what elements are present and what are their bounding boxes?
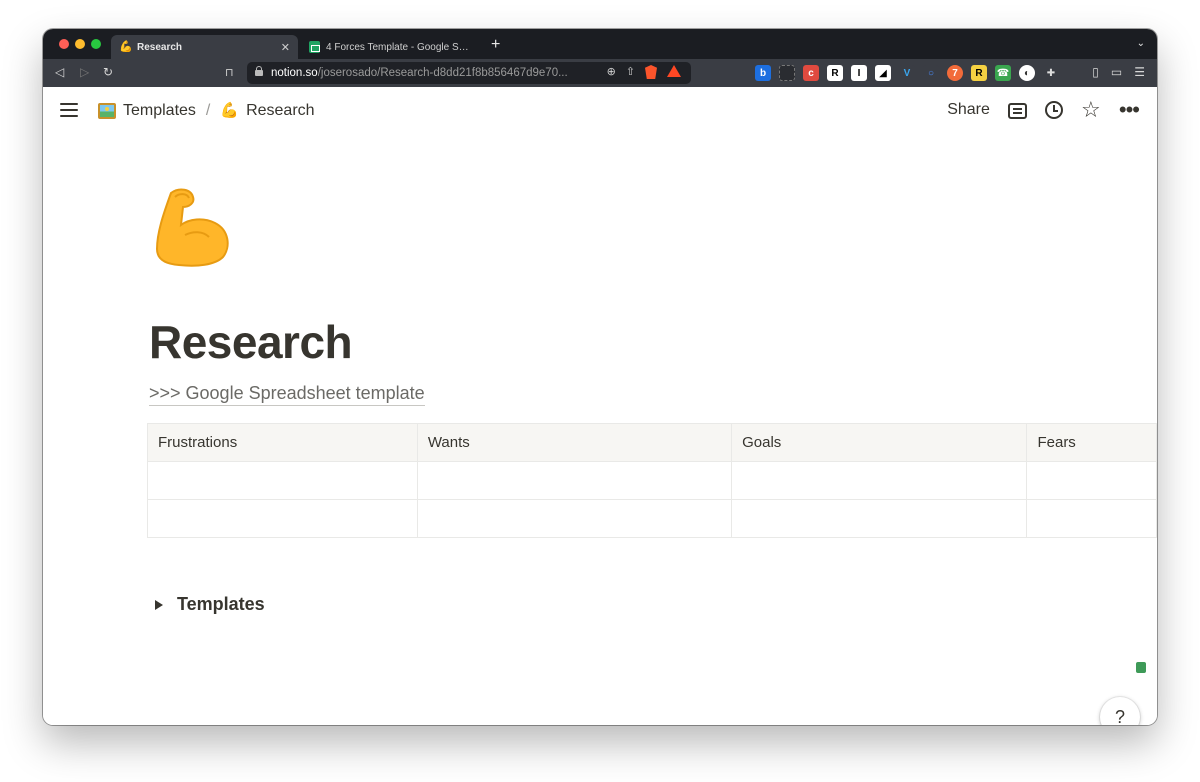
extension-circle-icon[interactable]: ○ — [923, 65, 939, 81]
extension-b-icon[interactable]: b — [755, 65, 771, 81]
table-cell[interactable] — [416, 461, 733, 500]
extension-v-icon[interactable]: V — [899, 65, 915, 81]
framed-picture-icon — [98, 103, 116, 119]
table-cell[interactable] — [1026, 499, 1157, 538]
breadcrumb-label: Templates — [123, 102, 196, 119]
browser-window: 💪 Research ✕ 4 Forces Template - Google … — [43, 29, 1157, 725]
column-header-goals[interactable]: Goals — [731, 423, 1028, 462]
sidebar-icon[interactable]: ▯ — [1092, 65, 1099, 79]
brave-shields-icon[interactable] — [645, 65, 657, 79]
url-path: /joserosado/Research-d8dd21f8b856467d9e7… — [317, 67, 568, 79]
window-minimize-button[interactable] — [75, 39, 85, 49]
lock-icon — [255, 66, 263, 76]
wallet-icon[interactable]: ▭ — [1111, 65, 1122, 79]
google-sheets-icon — [309, 41, 320, 53]
flexed-biceps-icon: 💪 — [220, 102, 240, 119]
new-tab-button[interactable]: + — [491, 36, 500, 54]
table-row — [147, 461, 1157, 500]
menu-icon[interactable]: ☰ — [1134, 65, 1145, 79]
breadcrumb-separator: / — [205, 102, 211, 119]
back-icon[interactable]: ◁ — [55, 65, 64, 79]
chevron-down-icon[interactable]: ⌄ — [1137, 38, 1145, 49]
url-host: notion.so — [271, 67, 318, 79]
breadcrumb-label: Research — [246, 102, 315, 119]
breadcrumb: Templates / 💪 Research — [98, 102, 315, 120]
more-options-icon[interactable]: ••• — [1119, 99, 1140, 121]
help-button[interactable]: ? — [1100, 697, 1140, 725]
zoom-icon[interactable]: ⊕ — [607, 65, 616, 79]
research-table: Frustrations Wants Goals Fears — [147, 423, 1157, 538]
window-close-button[interactable] — [59, 39, 69, 49]
flexed-biceps-icon[interactable] — [149, 185, 235, 271]
clock-icon[interactable] — [1044, 101, 1063, 119]
table-row — [147, 499, 1157, 538]
column-header-fears[interactable]: Fears — [1026, 423, 1157, 462]
brave-rewards-icon[interactable] — [667, 65, 681, 77]
star-icon[interactable]: ☆ — [1081, 99, 1101, 121]
share-page-icon[interactable]: ⇧ — [626, 65, 635, 79]
window-maximize-button[interactable] — [91, 39, 101, 49]
extension-r-icon[interactable]: R — [827, 65, 843, 81]
comment-icon[interactable] — [1007, 103, 1027, 119]
extension-c-icon[interactable]: c — [803, 65, 819, 81]
column-header-wants[interactable]: Wants — [416, 423, 733, 462]
table-cell[interactable] — [1026, 461, 1157, 500]
table-cell[interactable] — [731, 461, 1028, 500]
page-title[interactable]: Research — [149, 315, 353, 369]
templates-toggle[interactable]: Templates — [155, 594, 265, 615]
table-header-row: Frustrations Wants Goals Fears — [147, 423, 1157, 462]
breadcrumb-research[interactable]: 💪 Research — [220, 102, 314, 120]
puzzle-icon[interactable]: ✚ — [1043, 65, 1059, 81]
tab-title: 4 Forces Template - Google Sheets — [326, 41, 473, 53]
table-cell[interactable] — [731, 499, 1028, 538]
extension-orange-icon[interactable]: 7 — [947, 65, 963, 81]
table-cell[interactable] — [147, 499, 418, 538]
hamburger-menu-icon[interactable] — [60, 103, 78, 117]
flexed-biceps-icon: 💪 — [119, 41, 133, 53]
reload-icon[interactable]: ↻ — [103, 65, 113, 79]
column-header-frustrations[interactable]: Frustrations — [147, 423, 418, 462]
tab-google-sheets[interactable]: 4 Forces Template - Google Sheets — [301, 35, 481, 59]
table-cell[interactable] — [147, 461, 418, 500]
extension-globe-icon[interactable]: ◐ — [1019, 65, 1035, 81]
breadcrumb-templates[interactable]: Templates — [98, 102, 196, 120]
tab-strip: 💪 Research ✕ 4 Forces Template - Google … — [43, 29, 1157, 59]
status-indicator — [1136, 662, 1146, 673]
page-content: Research >>> Google Spreadsheet template… — [43, 135, 1157, 725]
extension-off-icon[interactable]: ☎ — [995, 65, 1011, 81]
notion-topbar: Templates / 💪 Research Share ☆ ••• — [43, 87, 1157, 135]
extensions-bar: b c R I ◢ V ○ 7 R ☎ ◐ ✚ — [755, 65, 1059, 81]
address-bar[interactable]: ⊓ notion.so /joserosado/Research-d8dd21f… — [225, 62, 691, 84]
toggle-label: Templates — [177, 594, 265, 614]
extension-i-icon[interactable]: I — [851, 65, 867, 81]
forward-icon[interactable]: ▷ — [80, 65, 89, 79]
extension-r-yellow-icon[interactable]: R — [971, 65, 987, 81]
spreadsheet-template-link[interactable]: >>> Google Spreadsheet template — [149, 383, 425, 406]
bookmark-icon[interactable]: ⊓ — [225, 66, 234, 79]
table-cell[interactable] — [416, 499, 733, 538]
close-icon[interactable]: ✕ — [281, 41, 290, 54]
extension-d-icon[interactable]: ◢ — [875, 65, 891, 81]
share-button[interactable]: Share — [947, 101, 990, 119]
extension-screenshot-icon[interactable] — [779, 65, 795, 81]
triangle-right-icon[interactable] — [155, 599, 163, 610]
tab-research[interactable]: 💪 Research ✕ — [111, 35, 298, 59]
tab-title: Research — [137, 41, 183, 53]
browser-toolbar: ◁ ▷ ↻ ⊓ notion.so /joserosado/Research-d… — [43, 59, 1157, 87]
